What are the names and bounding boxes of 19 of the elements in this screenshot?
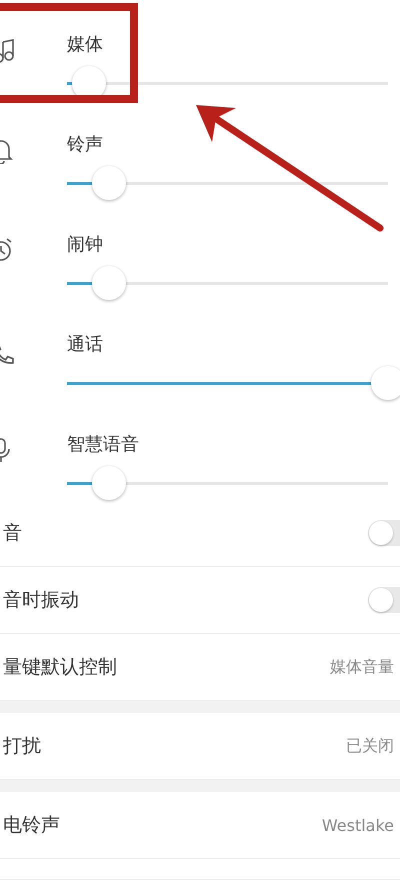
slider-label: 通话: [67, 333, 103, 356]
setting-value: Westlake: [322, 816, 394, 834]
slider-thumb[interactable]: [92, 166, 126, 200]
toggle-switch[interactable]: [368, 587, 400, 613]
setting-value: 已关闭: [346, 736, 394, 756]
slider-thumb[interactable]: [371, 366, 400, 400]
slider-thumb[interactable]: [92, 466, 126, 500]
slider-label: 闹钟: [67, 233, 103, 256]
slider-thumb[interactable]: [92, 266, 126, 300]
slider-label: 铃声: [67, 133, 103, 156]
setting-value: 媒体音量: [330, 656, 394, 678]
setting-label: 音时振动: [3, 588, 79, 613]
setting-label: 打扰: [3, 734, 41, 759]
setting-label: 量键默认控制: [3, 655, 117, 680]
toggle-switch[interactable]: [368, 520, 400, 546]
setting-label: 音: [3, 521, 22, 546]
slider-label: 媒体: [67, 33, 103, 56]
setting-label: 电铃声: [3, 813, 60, 838]
slider-label: 智慧语音: [67, 433, 139, 456]
